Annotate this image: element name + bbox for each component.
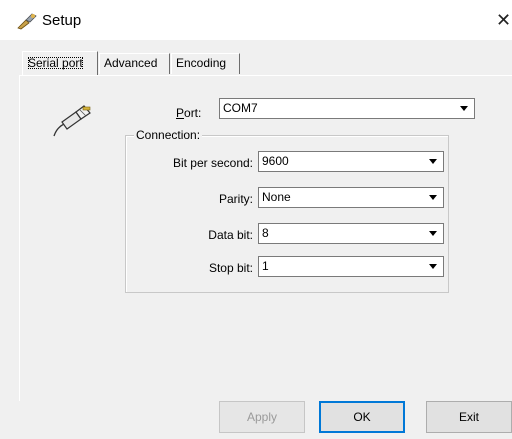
tab-serial-port[interactable]: Serial port xyxy=(22,51,98,75)
data-bit-label: Data bit: xyxy=(208,228,253,242)
tab-encoding-label: Encoding xyxy=(176,56,227,70)
bit-per-second-label: Bit per second: xyxy=(172,156,253,170)
apply-button[interactable]: Apply xyxy=(219,401,305,433)
tab-serial-port-label: Serial port xyxy=(27,56,83,70)
setup-dialog: Serial port Advanced Encoding Port: COM7… xyxy=(0,40,512,439)
port-select[interactable]: COM7 xyxy=(219,98,475,119)
parity-select[interactable]: None xyxy=(258,187,444,208)
bit-per-second-select[interactable]: 9600 xyxy=(258,151,444,172)
data-bit-value: 8 xyxy=(262,226,269,240)
window-title: Setup xyxy=(42,12,82,29)
chevron-down-icon[interactable] xyxy=(425,153,442,170)
exit-button[interactable]: Exit xyxy=(426,401,512,433)
tab-advanced-label: Advanced xyxy=(104,56,158,70)
tab-advanced[interactable]: Advanced xyxy=(99,53,170,74)
bit-per-second-value: 9600 xyxy=(262,154,289,168)
stop-bit-value: 1 xyxy=(262,259,269,273)
port-label: Port: xyxy=(176,106,202,120)
port-value: COM7 xyxy=(223,101,258,115)
parity-value: None xyxy=(262,190,291,204)
data-bit-select[interactable]: 8 xyxy=(258,223,444,244)
chevron-down-icon[interactable] xyxy=(425,189,442,206)
stop-bit-label: Stop bit: xyxy=(208,261,253,275)
chevron-down-icon[interactable] xyxy=(456,100,473,117)
connection-legend: Connection: xyxy=(134,128,203,142)
close-icon[interactable]: ✕ xyxy=(496,8,512,32)
stop-bit-select[interactable]: 1 xyxy=(258,256,444,277)
tab-encoding[interactable]: Encoding xyxy=(171,53,240,74)
serial-plug-icon xyxy=(53,105,91,137)
ok-button[interactable]: OK xyxy=(319,401,405,433)
chevron-down-icon[interactable] xyxy=(425,225,442,242)
setup-tool-icon xyxy=(17,13,37,30)
parity-label: Parity: xyxy=(218,192,253,206)
chevron-down-icon[interactable] xyxy=(425,258,442,275)
title-bar: Setup ✕ xyxy=(0,0,512,40)
